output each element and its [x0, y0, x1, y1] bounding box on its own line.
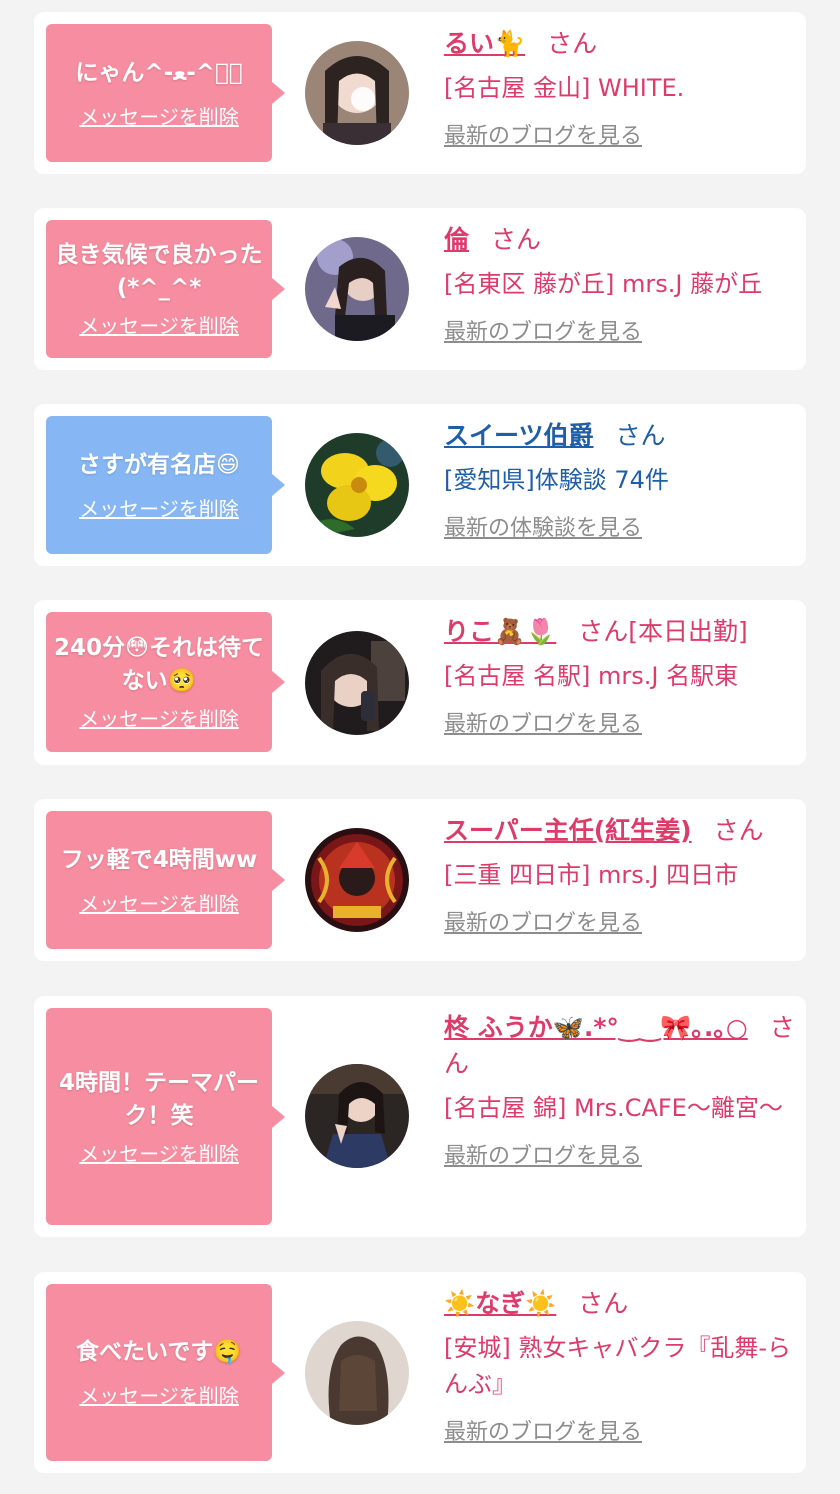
avatar[interactable]: [305, 1064, 409, 1168]
profile-name-link[interactable]: 倫: [444, 225, 469, 254]
latest-blog-link[interactable]: 最新のブログを見る: [444, 1142, 796, 1172]
shop-label: [三重 四日市] mrs.J 四日市: [444, 861, 739, 889]
delete-message-link[interactable]: メッセージを削除: [79, 706, 239, 732]
honorific: さん[本日出勤]: [578, 617, 748, 646]
shop-label: [名古屋 錦] Mrs.CAFE〜離宮〜: [444, 1094, 783, 1122]
honorific: さん: [713, 816, 764, 845]
avatar[interactable]: [305, 237, 409, 341]
message-bubble: 4時間！テーマパーク！笑 メッセージを削除: [46, 1008, 285, 1225]
delete-message-link[interactable]: メッセージを削除: [79, 891, 239, 917]
honorific: さん: [491, 225, 542, 254]
message-text: さすが有名店😄: [78, 451, 240, 478]
delete-message-link[interactable]: メッセージを削除: [79, 1383, 239, 1409]
honorific: さん: [547, 29, 598, 58]
honorific: さん: [578, 1289, 629, 1318]
message-text: 240分😳それは待てない🥺: [54, 635, 264, 694]
profile-name-line: スイーツ伯爵 さん: [444, 418, 796, 454]
message-bubble: にゃん^-ﻌ-^ฅ゙ メッセージを削除: [46, 24, 285, 162]
profile-name-line: 柊 ふうか🦋.*°‿‿🎀｡.｡○ さん: [444, 1010, 796, 1082]
shop-label: [名古屋 名駅] mrs.J 名駅東: [444, 662, 739, 690]
latest-blog-link[interactable]: 最新のブログを見る: [444, 909, 796, 939]
profile-name-link[interactable]: ☀️なぎ☀️: [444, 1289, 556, 1318]
honorific: さん: [615, 421, 666, 450]
profile-name-link[interactable]: りこ🧸🌷: [444, 617, 556, 646]
profile-name-link[interactable]: スーパー主任(紅生姜): [444, 816, 692, 845]
delete-message-link[interactable]: メッセージを削除: [79, 313, 239, 339]
message-bubble: フッ軽で4時間ww メッセージを削除: [46, 811, 285, 949]
message-bubble: 240分😳それは待てない🥺 メッセージを削除: [46, 612, 285, 752]
shop-label: [名古屋 金山] WHITE.: [444, 74, 685, 102]
message-card: 良き気候で良かった(*^_^* メッセージを削除 倫さん [名東区 藤が丘] m…: [34, 208, 806, 370]
shop-label: [安城] 熟女キャバクラ『乱舞-らんぶ』: [444, 1334, 792, 1398]
profile-info: 柊 ふうか🦋.*°‿‿🎀｡.｡○ さん [名古屋 錦] Mrs.CAFE〜離宮〜 …: [444, 1010, 796, 1172]
avatar[interactable]: [305, 433, 409, 537]
profile-name-link[interactable]: 柊 ふうか🦋.*°‿‿🎀｡.｡○: [444, 1013, 748, 1042]
message-card: 食べたいです🤤 メッセージを削除 ☀️なぎ☀️ さん [安城] 熟女キャバクラ『乱…: [34, 1272, 806, 1473]
profile-name-link[interactable]: スイーツ伯爵: [444, 421, 594, 450]
profile-info: るい🐈 さん [名古屋 金山] WHITE. 最新のブログを見る: [444, 26, 796, 152]
shop-label: [愛知県]体験談 74件: [444, 466, 669, 494]
message-bubble: 良き気候で良かった(*^_^* メッセージを削除: [46, 220, 285, 358]
message-bubble: さすが有名店😄 メッセージを削除: [46, 416, 285, 554]
avatar[interactable]: [305, 828, 409, 932]
message-text: 食べたいです🤤: [76, 1339, 242, 1365]
profile-info: 倫さん [名東区 藤が丘] mrs.J 藤が丘 最新のブログを見る: [444, 222, 796, 348]
message-text: フッ軽で4時間ww: [60, 846, 258, 873]
avatar[interactable]: [305, 41, 409, 145]
profile-name-line: りこ🧸🌷 さん[本日出勤]: [444, 614, 796, 650]
latest-blog-link[interactable]: 最新のブログを見る: [444, 122, 796, 152]
message-text: 4時間！テーマパーク！笑: [58, 1069, 259, 1129]
shop-label: [名東区 藤が丘] mrs.J 藤が丘: [444, 270, 763, 298]
profile-name-line: ☀️なぎ☀️ さん: [444, 1286, 796, 1322]
delete-message-link[interactable]: メッセージを削除: [79, 104, 239, 130]
message-text: 良き気候で良かった(*^_^*: [55, 242, 263, 301]
avatar[interactable]: [305, 631, 409, 735]
latest-blog-link[interactable]: 最新のブログを見る: [444, 318, 796, 348]
latest-blog-link[interactable]: 最新のブログを見る: [444, 1418, 796, 1448]
profile-info: ☀️なぎ☀️ さん [安城] 熟女キャバクラ『乱舞-らんぶ』 最新のブログを見る: [444, 1286, 796, 1448]
message-card: にゃん^-ﻌ-^ฅ゙ メッセージを削除 るい🐈 さん [名古屋 金山] WHITE…: [34, 12, 806, 174]
message-card: 4時間！テーマパーク！笑 メッセージを削除 柊 ふうか🦋.*°‿‿🎀｡.｡○ さん…: [34, 996, 806, 1237]
message-card: さすが有名店😄 メッセージを削除 スイーツ伯爵 さん [愛知県]体験談 74件 最…: [34, 404, 806, 566]
avatar[interactable]: [305, 1321, 409, 1425]
delete-message-link[interactable]: メッセージを削除: [79, 496, 239, 522]
profile-info: スイーツ伯爵 さん [愛知県]体験談 74件 最新の体験談を見る: [444, 418, 796, 544]
message-card: フッ軽で4時間ww メッセージを削除 スーパー主任(紅生姜) さん [三重 四日市…: [34, 799, 806, 961]
message-bubble: 食べたいです🤤 メッセージを削除: [46, 1284, 285, 1461]
profile-name-link[interactable]: るい🐈: [444, 29, 525, 58]
profile-name-line: るい🐈 さん: [444, 26, 796, 62]
delete-message-link[interactable]: メッセージを削除: [79, 1141, 239, 1167]
profile-name-line: スーパー主任(紅生姜) さん: [444, 813, 796, 849]
message-card: 240分😳それは待てない🥺 メッセージを削除 りこ🧸🌷 さん[本日出勤] [名古屋…: [34, 600, 806, 765]
latest-review-link[interactable]: 最新の体験談を見る: [444, 514, 796, 544]
profile-name-line: 倫さん: [444, 222, 796, 258]
profile-info: スーパー主任(紅生姜) さん [三重 四日市] mrs.J 四日市 最新のブログを…: [444, 813, 796, 939]
message-text: にゃん^-ﻌ-^ฅ゙: [75, 59, 243, 86]
latest-blog-link[interactable]: 最新のブログを見る: [444, 710, 796, 740]
profile-info: りこ🧸🌷 さん[本日出勤] [名古屋 名駅] mrs.J 名駅東 最新のブログを見…: [444, 614, 796, 740]
